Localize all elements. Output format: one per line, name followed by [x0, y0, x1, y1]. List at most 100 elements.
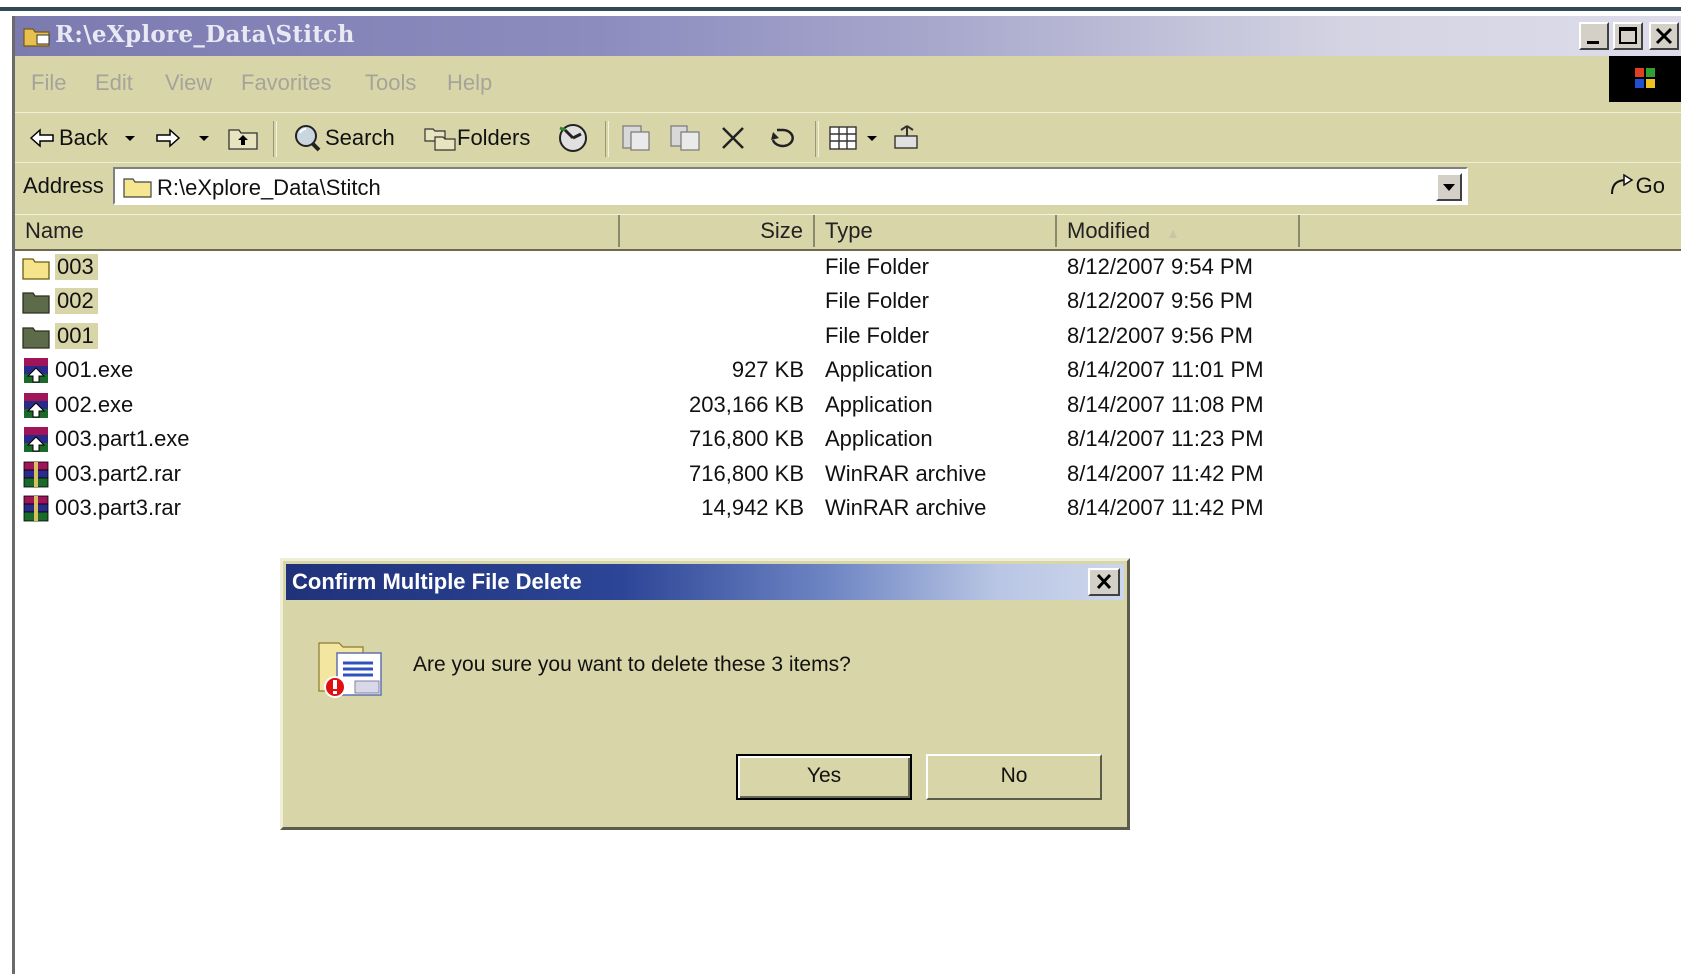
list-item[interactable]: 003.part1.exe 716,800 KB Application 8/1…	[15, 423, 1415, 457]
column-header-type[interactable]: Type	[815, 215, 1057, 247]
file-type: File Folder	[825, 323, 929, 348]
map-drive-icon	[894, 125, 918, 149]
close-icon	[1096, 573, 1112, 590]
menu-bar: File Edit View Favorites Tools Help	[15, 56, 1681, 112]
back-button[interactable]: Back	[29, 121, 108, 155]
file-type: WinRAR archive	[825, 495, 987, 520]
yes-button[interactable]: Yes	[736, 754, 912, 800]
forward-dropdown[interactable]	[197, 121, 211, 155]
file-name: 002.exe	[55, 392, 134, 417]
file-size: 716,800 KB	[689, 426, 804, 451]
menu-view[interactable]: View	[165, 70, 212, 96]
list-item[interactable]: 003.part2.rar 716,800 KB WinRAR archive …	[15, 458, 1415, 492]
dialog-close-button[interactable]	[1088, 568, 1120, 596]
menu-favorites[interactable]: Favorites	[241, 70, 331, 96]
menu-tools[interactable]: Tools	[365, 70, 416, 96]
list-item[interactable]: 002.exe 203,166 KB Application 8/14/2007…	[15, 389, 1415, 423]
file-size: 927 KB	[731, 357, 804, 382]
folders-button[interactable]: Folders	[423, 121, 530, 155]
column-header-name[interactable]: Name	[15, 215, 620, 247]
minimize-icon	[1587, 41, 1599, 44]
dropdown-arrow-icon	[867, 136, 877, 141]
toolbar-separator	[605, 121, 609, 157]
winrar-archive-icon	[23, 461, 49, 488]
file-type: WinRAR archive	[825, 461, 987, 486]
search-label: Search	[325, 125, 395, 150]
folder-icon	[23, 28, 50, 47]
maximize-button[interactable]	[1613, 22, 1643, 50]
winrar-sfx-icon	[24, 358, 48, 383]
dropdown-arrow-icon	[199, 136, 209, 141]
go-arrow-icon	[1610, 173, 1634, 195]
file-name: 003.part1.exe	[55, 426, 190, 451]
move-to-button[interactable]	[617, 121, 653, 155]
back-arrow-icon	[29, 128, 54, 148]
title-bar[interactable]: R:\eXplore_Data\Stitch	[15, 16, 1681, 56]
views-button[interactable]	[827, 121, 861, 155]
up-folder-icon	[228, 129, 258, 150]
go-label: Go	[1635, 173, 1665, 198]
file-modified: 8/14/2007 11:42 PM	[1067, 461, 1264, 486]
back-dropdown[interactable]	[123, 121, 137, 155]
dialog-title: Confirm Multiple File Delete	[292, 569, 582, 594]
forward-button[interactable]	[155, 121, 181, 155]
delete-button[interactable]	[717, 121, 749, 155]
views-dropdown[interactable]	[865, 121, 879, 155]
file-name: 002	[55, 288, 98, 314]
address-dropdown-button[interactable]	[1436, 173, 1462, 201]
menu-edit[interactable]: Edit	[95, 70, 133, 96]
list-item[interactable]: 003.part3.rar 14,942 KB WinRAR archive 8…	[15, 492, 1415, 526]
undo-button[interactable]	[765, 121, 799, 155]
confirm-delete-dialog: Confirm Multiple File Delete Are you sur…	[280, 558, 1130, 830]
views-grid-icon	[829, 126, 857, 150]
file-type: File Folder	[825, 288, 929, 313]
dialog-title-bar[interactable]: Confirm Multiple File Delete	[286, 564, 1124, 600]
no-button[interactable]: No	[926, 754, 1102, 800]
file-name: 001	[55, 323, 98, 349]
windows-logo	[1609, 56, 1681, 102]
winrar-archive-icon	[23, 495, 49, 522]
file-type: File Folder	[825, 254, 929, 279]
address-input[interactable]: R:\eXplore_Data\Stitch	[113, 167, 1468, 205]
window-title: R:\eXplore_Data\Stitch	[55, 21, 355, 48]
list-item[interactable]: 002 File Folder 8/12/2007 9:56 PM	[15, 285, 1415, 319]
file-name: 003.part2.rar	[55, 461, 181, 486]
file-size: 203,166 KB	[689, 392, 804, 417]
history-icon	[559, 124, 587, 152]
file-type: Application	[825, 357, 933, 382]
list-item[interactable]: 003 File Folder 8/12/2007 9:54 PM	[15, 251, 1415, 285]
folders-label: Folders	[457, 125, 531, 150]
close-button[interactable]	[1649, 22, 1679, 50]
move-to-icon	[622, 125, 650, 151]
go-button[interactable]: Go	[1606, 169, 1665, 203]
minimize-button[interactable]	[1579, 22, 1609, 50]
copy-to-icon	[670, 125, 700, 151]
address-label: Address	[23, 173, 104, 198]
address-path: R:\eXplore_Data\Stitch	[157, 175, 381, 200]
column-header-size[interactable]: Size	[620, 215, 815, 247]
file-type: Application	[825, 392, 933, 417]
history-button[interactable]	[555, 121, 591, 155]
copy-to-button[interactable]	[667, 121, 703, 155]
address-bar: Address R:\eXplore_Data\Stitch Go	[15, 162, 1681, 211]
menu-help[interactable]: Help	[447, 70, 492, 96]
list-item[interactable]: 001 File Folder 8/12/2007 9:56 PM	[15, 320, 1415, 354]
undo-icon	[771, 128, 794, 148]
up-folder-button[interactable]	[227, 121, 259, 155]
list-item[interactable]: 001.exe 927 KB Application 8/14/2007 11:…	[15, 354, 1415, 388]
explorer-window: R:\eXplore_Data\Stitch File Edit View Fa…	[12, 16, 1681, 974]
file-modified: 8/14/2007 11:23 PM	[1067, 426, 1264, 451]
delete-x-icon	[722, 127, 744, 149]
column-type-label: Type	[825, 218, 873, 243]
menu-file[interactable]: File	[31, 70, 66, 96]
desktop-top-strip	[0, 0, 1681, 12]
folder-icon	[123, 178, 152, 198]
dropdown-arrow-icon	[125, 136, 135, 141]
list-header: Name Size Type Modified ▲	[15, 214, 1681, 251]
search-button[interactable]: Search	[291, 121, 395, 155]
column-header-modified[interactable]: Modified ▲	[1057, 215, 1300, 247]
column-name-label: Name	[25, 218, 84, 243]
map-drive-button[interactable]	[891, 121, 927, 155]
forward-arrow-icon	[156, 128, 181, 148]
standard-toolbar: Back Search Folders	[15, 112, 1681, 163]
